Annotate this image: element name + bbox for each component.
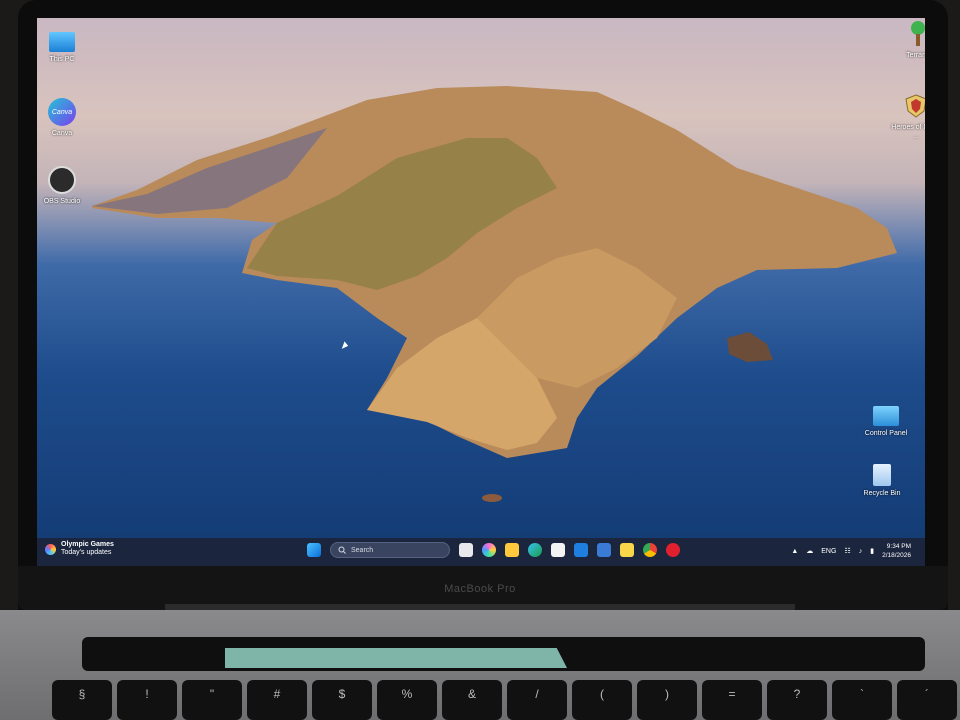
keyboard-key: % — [377, 680, 437, 720]
keyboard-key: ( — [572, 680, 632, 720]
desktop-icon-control-panel[interactable]: Control Panel — [858, 406, 914, 438]
desktop-icon-obs-studio[interactable]: OBS Studio — [37, 166, 90, 206]
olympic-widget-icon — [45, 543, 56, 555]
opera-icon[interactable] — [666, 543, 680, 557]
wifi-icon[interactable]: ☷ — [844, 547, 850, 555]
time: 9:34 PM — [886, 543, 911, 550]
desktop-screen: This PC Canva Canva OBS Studio Terraria … — [37, 18, 925, 566]
taskbar-center: Search — [307, 542, 680, 558]
widget-title: Olympic Games — [61, 541, 114, 548]
copilot-icon[interactable] — [482, 543, 496, 557]
taskbar: Olympic Games Today's updates Search ▲ ☁ — [37, 538, 925, 566]
edge-icon[interactable] — [528, 543, 542, 557]
desktop-icon-canva[interactable]: Canva Canva — [37, 98, 90, 138]
keyboard-key: / — [507, 680, 567, 720]
keyboard-key: $ — [312, 680, 372, 720]
keyboard-key: & — [442, 680, 502, 720]
search-placeholder: Search — [351, 546, 374, 554]
battery-icon[interactable]: ▮ — [870, 547, 874, 555]
volume-icon[interactable]: ♪ — [859, 548, 863, 555]
onedrive-icon[interactable]: ☁ — [806, 547, 813, 555]
file-explorer-icon[interactable] — [505, 543, 519, 557]
system-tray: ▲ ☁ ENG ☷ ♪ ▮ 9:34 PM 2/18/2026 — [791, 542, 911, 560]
task-view-icon[interactable] — [459, 543, 473, 557]
recycle-bin-icon — [873, 464, 891, 486]
keyboard-key: ` — [832, 680, 892, 720]
windows-start-icon[interactable] — [307, 543, 321, 557]
canva-icon: Canva — [48, 98, 76, 126]
touch-bar-strip — [225, 648, 567, 668]
keyboard-key: ´ — [897, 680, 957, 720]
sticky-notes-icon[interactable] — [620, 543, 634, 557]
keyboard-key: # — [247, 680, 307, 720]
wallpaper — [92, 86, 897, 502]
search-field[interactable]: Search — [330, 542, 450, 558]
widget-subtitle: Today's updates — [61, 549, 112, 556]
keyboard-key: ? — [767, 680, 827, 720]
date: 2/18/2026 — [882, 552, 911, 559]
keyboard-key: ! — [117, 680, 177, 720]
monitor-icon — [49, 32, 75, 52]
widgets-button[interactable]: Olympic Games Today's updates — [45, 541, 114, 557]
desktop-icon-this-pc[interactable]: This PC — [37, 32, 90, 64]
clock[interactable]: 9:34 PM 2/18/2026 — [882, 542, 911, 560]
obs-icon — [48, 166, 76, 194]
keyboard-key: " — [182, 680, 242, 720]
keyboard-key: ) — [637, 680, 697, 720]
shield-crest-icon — [902, 92, 925, 120]
desktop-icon-recycle-bin[interactable]: Recycle Bin — [854, 464, 910, 498]
keyboard-key: = — [702, 680, 762, 720]
mail-icon[interactable] — [574, 543, 588, 557]
widgets-board-icon[interactable] — [597, 543, 611, 557]
control-panel-icon — [873, 406, 899, 426]
chrome-icon[interactable] — [643, 543, 657, 557]
desktop-icon-heroes[interactable]: Heroes of Might ... — [888, 92, 925, 141]
tree-icon — [904, 20, 925, 48]
keyboard-row: §! " # $% & /() =? ` ´ — [52, 680, 957, 720]
macbook-pro-label: MacBook Pro — [444, 583, 516, 595]
language-indicator[interactable]: ENG — [821, 548, 836, 555]
chevron-up-icon[interactable]: ▲ — [791, 548, 798, 555]
keyboard-key: § — [52, 680, 112, 720]
desktop-icon-terraria[interactable]: Terraria — [890, 20, 925, 60]
search-icon — [338, 546, 346, 554]
store-icon[interactable] — [551, 543, 565, 557]
